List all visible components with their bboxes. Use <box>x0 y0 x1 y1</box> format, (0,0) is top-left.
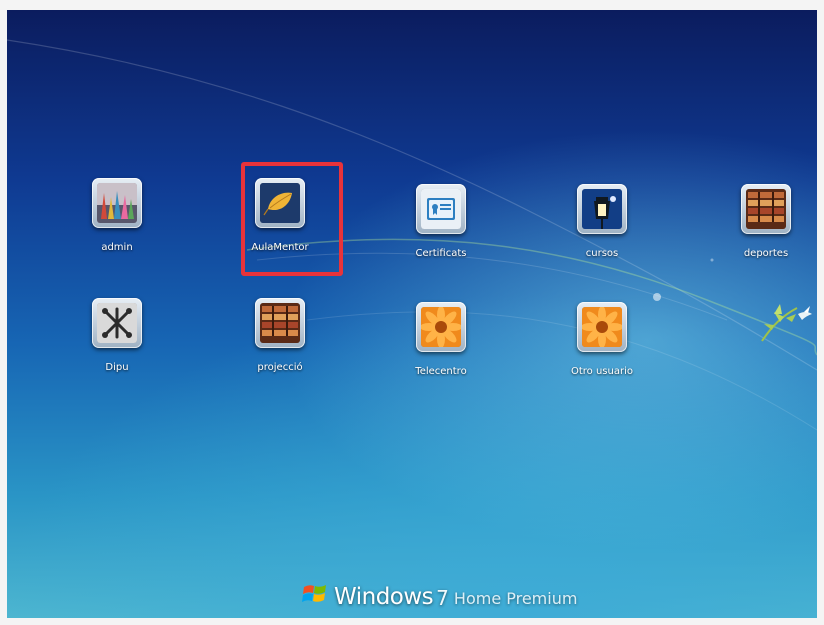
user-name: Certificats <box>415 248 467 259</box>
user-name: cursos <box>585 248 619 259</box>
windows-branding: Windows 7 Home Premium <box>302 576 577 610</box>
orange-flower-picture-icon <box>582 307 622 347</box>
user-name: projecció <box>257 362 303 373</box>
brand-version: 7 <box>436 586 449 610</box>
user-picture-frame <box>741 184 791 234</box>
dove-wallpaper-icon <box>761 304 812 342</box>
user-tile-admin[interactable]: admin <box>65 178 169 288</box>
user-picture-frame <box>577 184 627 234</box>
user-picture-frame <box>577 302 627 352</box>
lantern-picture-icon <box>582 189 622 229</box>
user-picture-frame <box>416 302 466 352</box>
user-picture-frame <box>255 298 305 348</box>
user-name: Otro usuario <box>570 366 633 377</box>
user-name: deportes <box>743 248 789 259</box>
user-picture-frame <box>92 298 142 348</box>
user-tile-aulamentor[interactable]: AulaMentor <box>228 178 332 288</box>
orange-flower-picture-icon <box>421 307 461 347</box>
books-picture-icon <box>260 303 300 343</box>
user-tile-projeccio[interactable]: projecció <box>228 298 332 408</box>
user-name: Dipu <box>105 362 129 373</box>
jacks-picture-icon <box>97 303 137 343</box>
user-name: AulaMentor <box>251 242 309 253</box>
user-tile-dipu[interactable]: Dipu <box>65 298 169 408</box>
certificate-picture-icon <box>421 189 461 229</box>
books-picture-icon <box>746 189 786 229</box>
user-tile-otro-usuario[interactable]: Otro usuario <box>550 302 654 412</box>
user-name: Telecentro <box>415 366 467 377</box>
brand-edition: Home Premium <box>453 589 578 608</box>
chess-pieces-picture-icon <box>97 183 137 223</box>
user-name: admin <box>101 242 133 253</box>
user-tile-cursos[interactable]: cursos <box>550 184 654 294</box>
leaf-picture-icon <box>260 183 300 223</box>
user-tile-certificats[interactable]: Certificats <box>389 184 493 294</box>
user-picture-frame <box>416 184 466 234</box>
user-picture-frame <box>92 178 142 228</box>
login-screen: admin AulaMentor Certificats cursos depo… <box>7 10 817 618</box>
user-tile-deportes[interactable]: deportes <box>714 184 817 294</box>
windows-logo-icon <box>302 585 326 602</box>
brand-name: Windows <box>334 584 434 610</box>
user-tile-telecentro[interactable]: Telecentro <box>389 302 493 412</box>
user-picture-frame <box>255 178 305 228</box>
